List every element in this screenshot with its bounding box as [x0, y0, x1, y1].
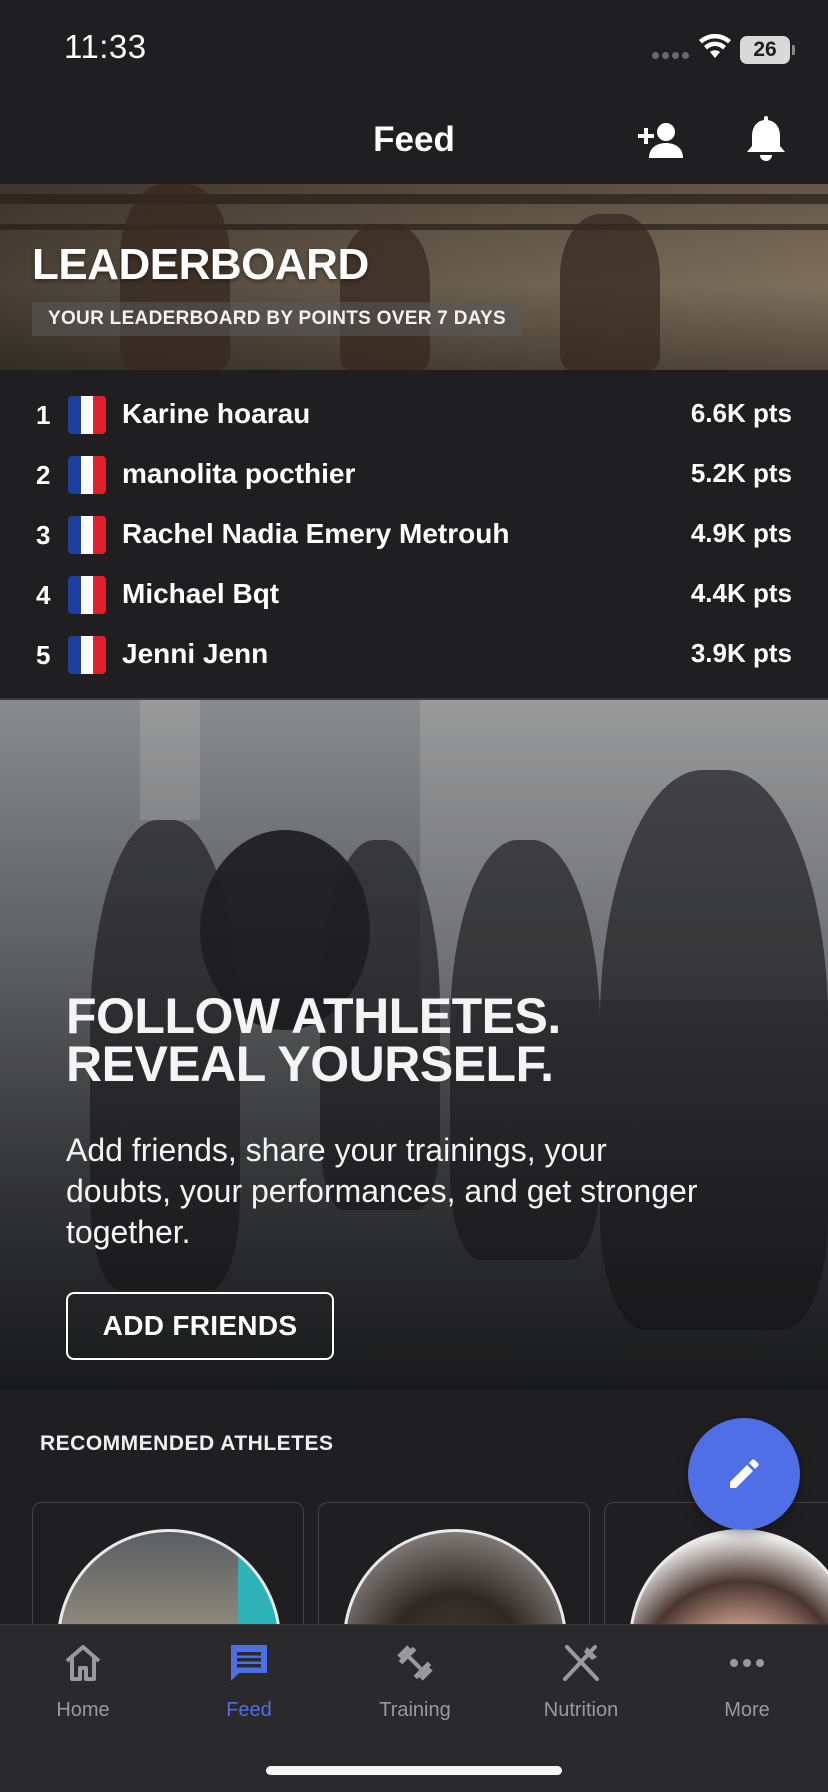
- france-flag-icon: [68, 576, 106, 614]
- page-title: Feed: [373, 120, 455, 159]
- add-user-button[interactable]: [636, 118, 686, 164]
- athlete-name: Karine hoarau: [122, 398, 311, 429]
- feed-screen: 11:33 26 Feed LEADERBOARD YOUR LEADERBOA…: [0, 0, 828, 1792]
- athlete-points: 3.9K pts: [690, 638, 792, 668]
- promo-headline: FOLLOW ATHLETES. REVEAL YOURSELF.: [66, 988, 561, 1092]
- fork-knife-icon: [563, 1645, 599, 1681]
- leaderboard-rank: 2: [36, 460, 51, 490]
- france-flag-icon: [68, 636, 106, 674]
- notifications-button[interactable]: [740, 114, 792, 166]
- leaderboard-row[interactable]: 1 Karine hoarau 6.6K pts: [0, 386, 828, 446]
- france-flag-icon: [68, 396, 106, 434]
- athlete-points: 5.2K pts: [690, 458, 792, 488]
- status-time: 11:33: [64, 28, 147, 65]
- tab-nutrition[interactable]: Nutrition: [498, 1641, 664, 1741]
- athlete-points: 4.4K pts: [690, 578, 792, 608]
- banner-athlete-figure: [560, 214, 660, 370]
- home-icon: [65, 1645, 101, 1681]
- promo-headline-line: FOLLOW ATHLETES.: [66, 988, 561, 1044]
- leaderboard-rank: 3: [36, 520, 51, 550]
- dumbbell-icon: [397, 1645, 433, 1681]
- more-icon: [730, 1659, 764, 1667]
- athlete-card[interactable]: [318, 1502, 590, 1642]
- leaderboard-title: LEADERBOARD: [32, 240, 369, 289]
- tab-label: Training: [379, 1699, 451, 1721]
- leaderboard-rank: 4: [36, 580, 51, 610]
- follow-athletes-promo: FOLLOW ATHLETES. REVEAL YOURSELF. Add fr…: [0, 700, 828, 1390]
- recommended-athletes-title: RECOMMENDED ATHLETES: [40, 1432, 334, 1455]
- home-indicator[interactable]: [266, 1766, 562, 1775]
- leaderboard-rank: 1: [36, 400, 51, 430]
- athlete-card[interactable]: [32, 1502, 304, 1642]
- leaderboard-row[interactable]: 5 Jenni Jenn 3.9K pts: [0, 626, 828, 686]
- leaderboard-rank: 5: [36, 640, 51, 670]
- tab-label: More: [724, 1699, 770, 1721]
- feed-icon: [231, 1645, 267, 1681]
- cellular-signal-icon: [652, 52, 689, 59]
- athlete-name: Michael Bqt: [122, 578, 280, 609]
- leaderboard-subtitle: YOUR LEADERBOARD BY POINTS OVER 7 DAYS: [32, 302, 522, 336]
- promo-headline-line: REVEAL YOURSELF.: [66, 1036, 554, 1092]
- leaderboard-list: 1 Karine hoarau 6.6K pts 2 manolita poct…: [0, 386, 828, 686]
- tab-more[interactable]: More: [664, 1641, 828, 1741]
- add-friends-button[interactable]: ADD FRIENDS: [66, 1292, 334, 1360]
- france-flag-icon: [68, 456, 106, 494]
- tab-label: Feed: [226, 1699, 272, 1721]
- athlete-points: 6.6K pts: [690, 398, 792, 428]
- battery-level: 26: [740, 36, 790, 64]
- nav-header: Feed: [0, 100, 828, 184]
- compose-post-button[interactable]: [688, 1418, 800, 1530]
- tab-feed[interactable]: Feed: [166, 1641, 332, 1741]
- tab-training[interactable]: Training: [332, 1641, 498, 1741]
- wifi-icon: [699, 34, 731, 58]
- athlete-points: 4.9K pts: [690, 518, 792, 548]
- athlete-name: Jenni Jenn: [122, 638, 269, 669]
- status-bar: 11:33 26: [0, 0, 828, 100]
- tab-label: Home: [56, 1699, 110, 1721]
- leaderboard-row[interactable]: 3 Rachel Nadia Emery Metrouh 4.9K pts: [0, 506, 828, 566]
- leaderboard-banner[interactable]: LEADERBOARD YOUR LEADERBOARD BY POINTS O…: [0, 184, 828, 370]
- athlete-name: manolita pocthier: [122, 458, 356, 489]
- tab-home[interactable]: Home: [0, 1641, 166, 1741]
- banner-beam: [0, 194, 828, 204]
- pencil-icon: [730, 1459, 759, 1488]
- france-flag-icon: [68, 516, 106, 554]
- athlete-name: Rachel Nadia Emery Metrouh: [122, 518, 510, 549]
- add-user-icon: [638, 123, 683, 158]
- tab-label: Nutrition: [543, 1699, 619, 1721]
- bell-icon: [747, 116, 785, 161]
- battery-cap: [792, 45, 795, 55]
- leaderboard-row[interactable]: 4 Michael Bqt 4.4K pts: [0, 566, 828, 626]
- leaderboard-row[interactable]: 2 manolita pocthier 5.2K pts: [0, 446, 828, 506]
- promo-description: Add friends, share your trainings, your …: [66, 1132, 698, 1250]
